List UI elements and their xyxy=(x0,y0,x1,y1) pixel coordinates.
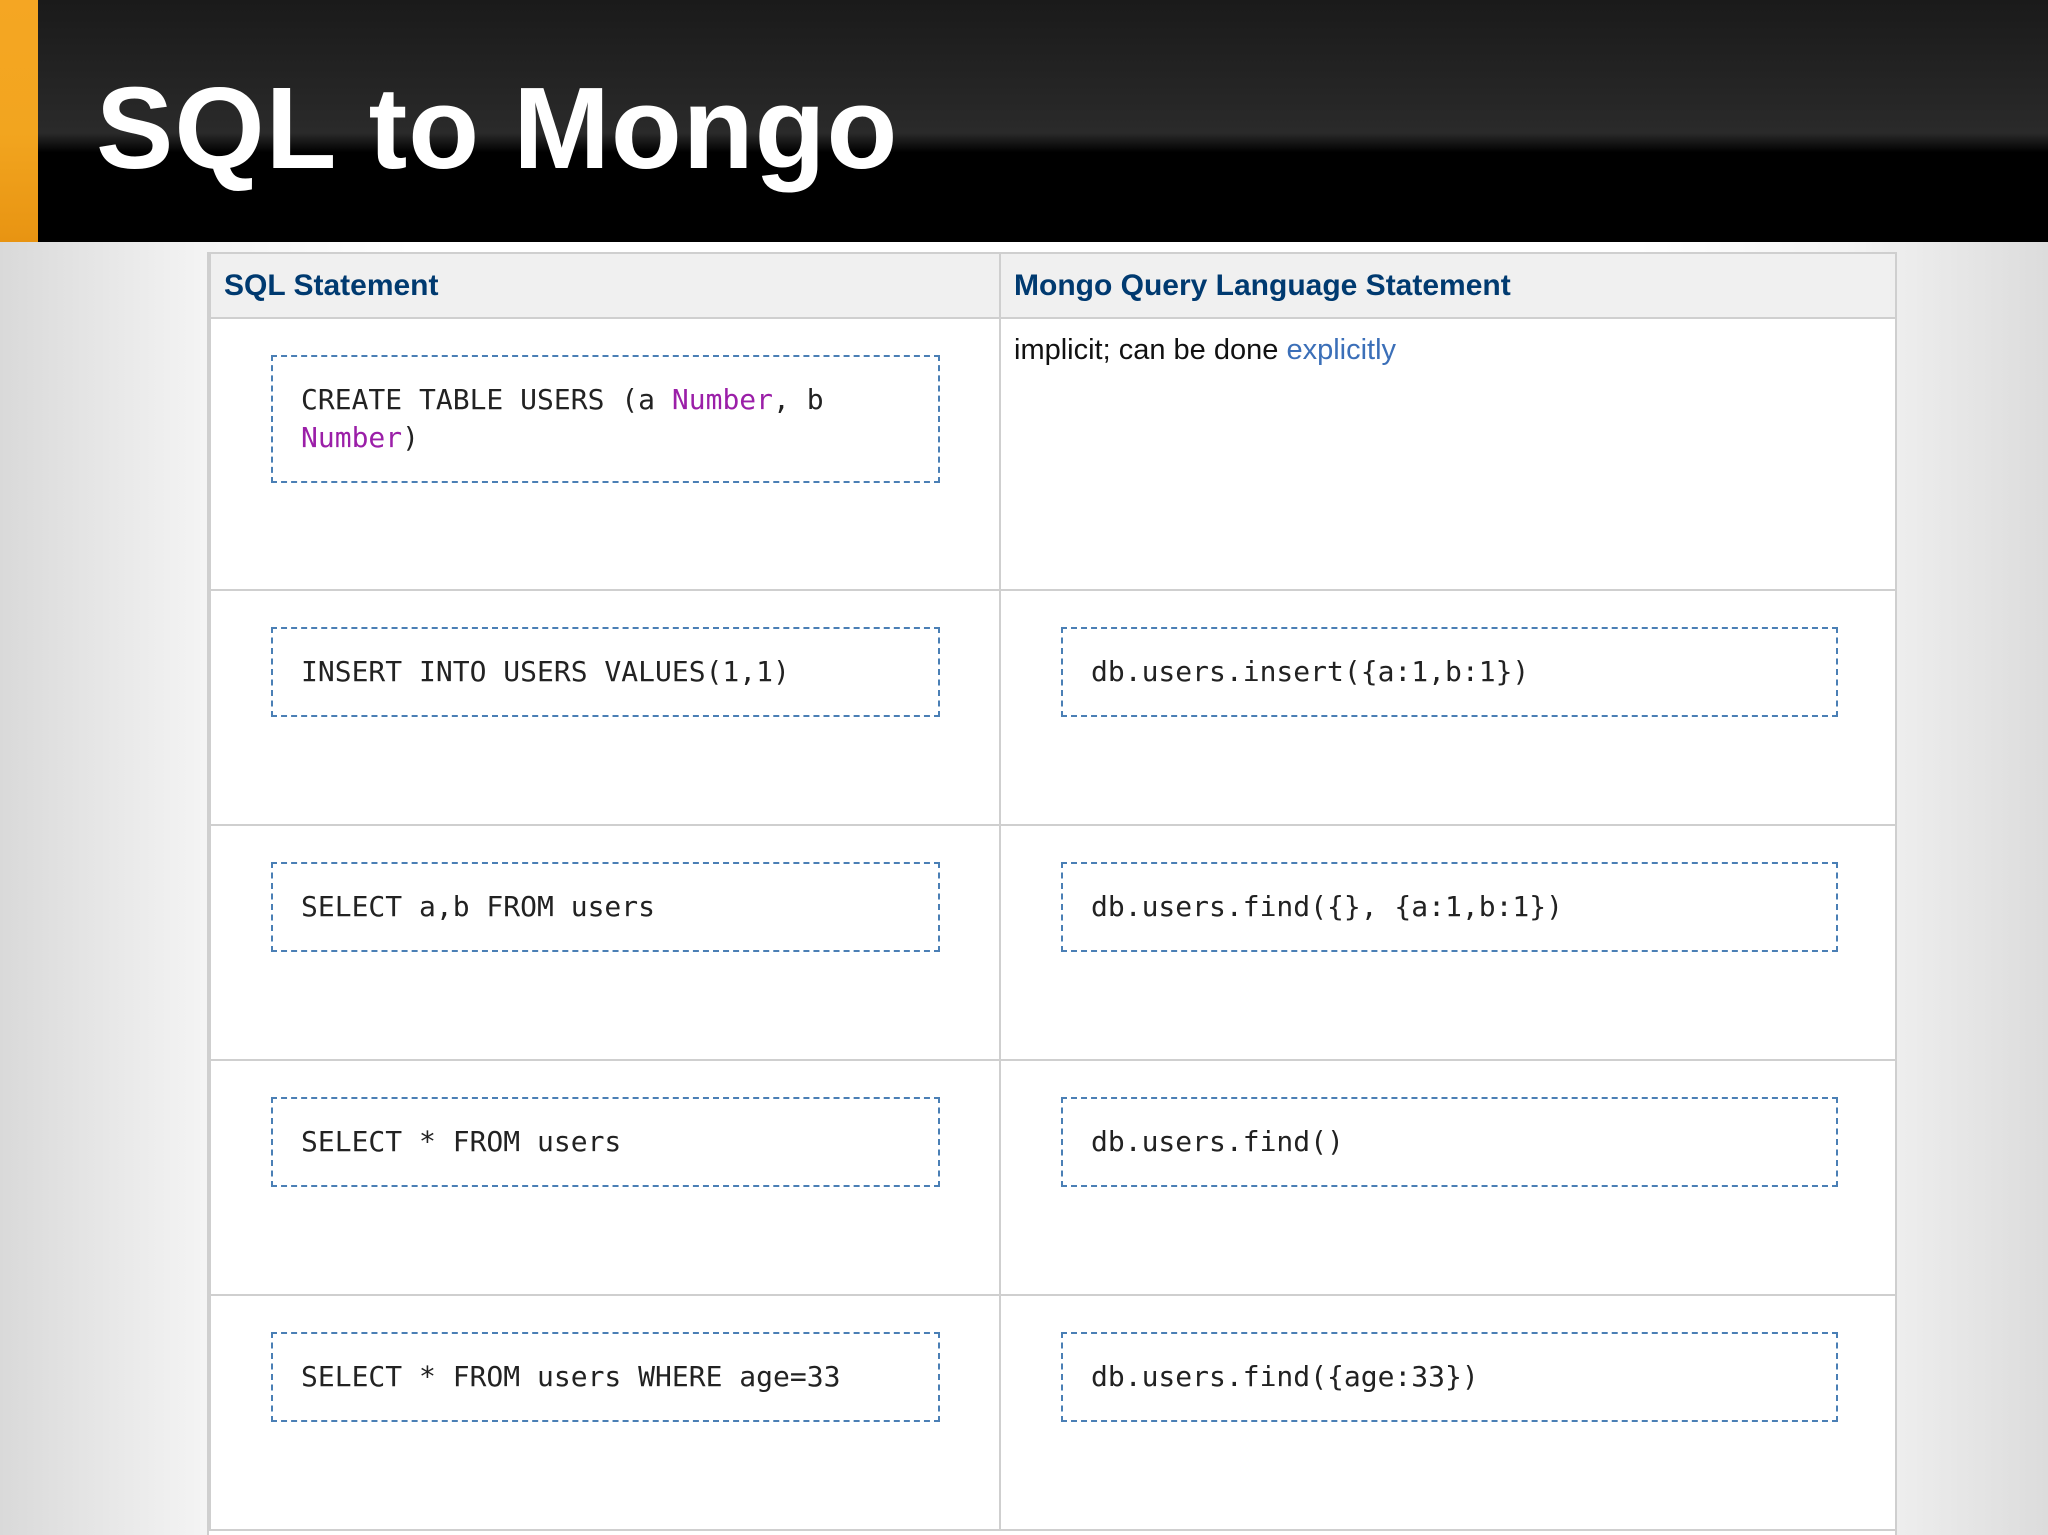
sql-cell: SELECT * FROM users WHERE age=33 xyxy=(209,1294,1001,1531)
table-row: SELECT * FROM users WHERE age=33 db.user… xyxy=(209,1294,1895,1531)
comparison-table-container: SQL Statement Mongo Query Language State… xyxy=(207,252,1897,1535)
title-bar: SQL to Mongo xyxy=(0,0,2048,242)
implicit-text: implicit; can be done xyxy=(1014,334,1287,366)
table-row: SELECT * FROM users db.users.find() xyxy=(209,1059,1895,1296)
sql-code-block: INSERT INTO USERS VALUES(1,1) xyxy=(271,627,940,717)
mongo-cell: db.users.find({}, {a:1,b:1}) xyxy=(999,824,1895,1061)
sql-code-text: CREATE TABLE USERS (a xyxy=(301,383,672,416)
table-row: CREATE TABLE USERS (a Number, b Number) … xyxy=(209,317,1895,591)
sql-code-text: , b xyxy=(773,383,841,416)
page-title: SQL to Mongo xyxy=(96,63,899,193)
sql-code-block: SELECT a,b FROM users xyxy=(271,862,940,952)
accent-stripe xyxy=(0,0,38,242)
mongo-cell: db.users.find({age:33}) xyxy=(999,1294,1895,1531)
sql-cell: CREATE TABLE USERS (a Number, b Number) xyxy=(209,317,1001,591)
sql-type-keyword: Number xyxy=(671,383,774,416)
sql-code-block: SELECT * FROM users WHERE age=33 xyxy=(271,1332,940,1422)
mongo-cell: implicit; can be done explicitly xyxy=(999,317,1895,591)
mongo-code-block: db.users.insert({a:1,b:1}) xyxy=(1061,627,1838,717)
sql-mongo-comparison-table: SQL Statement Mongo Query Language State… xyxy=(209,252,1895,1531)
mongo-implicit-note: implicit; can be done explicitly xyxy=(1014,331,1396,369)
sql-cell: SELECT * FROM users xyxy=(209,1059,1001,1296)
header-sql-statement: SQL Statement xyxy=(209,252,1001,319)
sql-code-block: SELECT * FROM users xyxy=(271,1097,940,1187)
sql-type-keyword: Number xyxy=(301,421,403,454)
sql-cell: INSERT INTO USERS VALUES(1,1) xyxy=(209,589,1001,826)
explicitly-link[interactable]: explicitly xyxy=(1286,334,1396,366)
table-header-row: SQL Statement Mongo Query Language State… xyxy=(209,252,1895,319)
table-row: SELECT a,b FROM users db.users.find({}, … xyxy=(209,824,1895,1061)
header-mongo-statement: Mongo Query Language Statement xyxy=(999,252,1895,319)
mongo-code-block: db.users.find() xyxy=(1061,1097,1838,1187)
mongo-code-block: db.users.find({age:33}) xyxy=(1061,1332,1838,1422)
mongo-code-block: db.users.find({}, {a:1,b:1}) xyxy=(1061,862,1838,952)
mongo-cell: db.users.find() xyxy=(999,1059,1895,1296)
sql-cell: SELECT a,b FROM users xyxy=(209,824,1001,1061)
sql-code-text: ) xyxy=(402,421,420,454)
mongo-cell: db.users.insert({a:1,b:1}) xyxy=(999,589,1895,826)
table-row: INSERT INTO USERS VALUES(1,1) db.users.i… xyxy=(209,589,1895,826)
sql-code-block: CREATE TABLE USERS (a Number, b Number) xyxy=(271,355,940,483)
